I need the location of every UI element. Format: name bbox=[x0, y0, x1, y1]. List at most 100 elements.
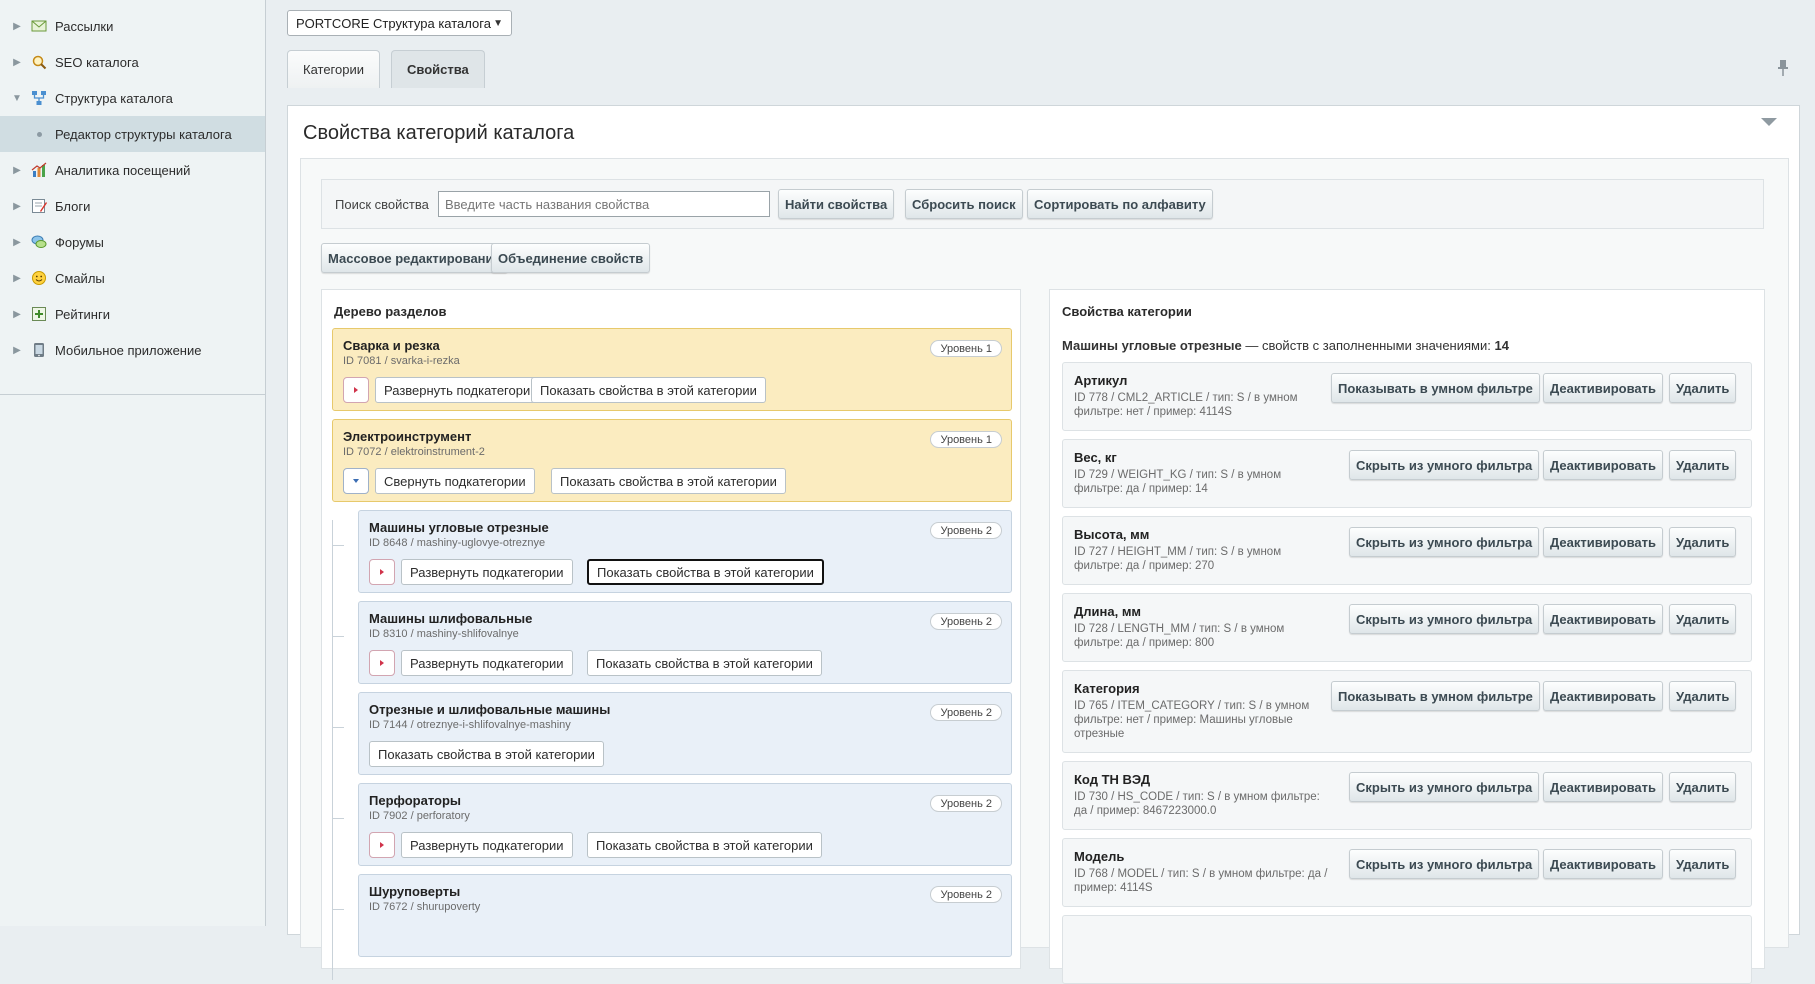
show-properties-button[interactable]: Показать свойства в этой категории bbox=[587, 559, 824, 585]
show-properties-button[interactable]: Показать свойства в этой категории bbox=[587, 832, 822, 858]
sidebar-item-mobile-app[interactable]: ▶ Мобильное приложение bbox=[0, 332, 265, 368]
find-properties-button[interactable]: Найти свойства bbox=[778, 189, 895, 219]
property-name: Код ТН ВЭД bbox=[1074, 772, 1151, 787]
expand-arrow-icon[interactable]: ▶ bbox=[12, 57, 22, 68]
delete-button[interactable]: Удалить bbox=[1669, 604, 1737, 634]
sort-alphabetically-button[interactable]: Сортировать по алфавиту bbox=[1027, 189, 1213, 219]
mass-edit-button[interactable]: Массовое редактирование bbox=[321, 243, 508, 273]
search-input[interactable] bbox=[438, 191, 770, 217]
collapse-arrow-icon[interactable]: ▼ bbox=[12, 93, 22, 104]
sidebar-item-label: Смайлы bbox=[55, 270, 105, 286]
level-badge: Уровень 2 bbox=[930, 613, 1002, 630]
node-title: Сварка и резка bbox=[343, 338, 440, 353]
sidebar-item-smileys[interactable]: ▶ Смайлы bbox=[0, 260, 265, 296]
collapse-subcategories-button[interactable]: Свернуть подкатегории bbox=[375, 468, 535, 494]
deactivate-button[interactable]: Деактивировать bbox=[1543, 772, 1664, 802]
collapse-toggle[interactable] bbox=[343, 468, 369, 494]
property-meta: ID 728 / LENGTH_MM / тип: S / в умном фи… bbox=[1074, 623, 1285, 649]
show-in-smart-filter-button[interactable]: Показывать в умном фильтре bbox=[1331, 373, 1540, 403]
expand-arrow-icon[interactable]: ▶ bbox=[12, 165, 22, 176]
tree-node-perforatory: Перфораторы ID 7902 / perforatory Уровен… bbox=[358, 783, 1012, 866]
delete-button[interactable]: Удалить bbox=[1669, 681, 1737, 711]
pin-icon[interactable] bbox=[1777, 60, 1789, 76]
hide-from-smart-filter-button[interactable]: Скрыть из умного фильтра bbox=[1349, 450, 1540, 480]
hide-from-smart-filter-button[interactable]: Скрыть из умного фильтра bbox=[1349, 527, 1540, 557]
show-properties-button[interactable]: Показать свойства в этой категории bbox=[551, 468, 786, 494]
expand-arrow-icon bbox=[354, 387, 358, 393]
expand-arrow-icon[interactable]: ▶ bbox=[12, 345, 22, 356]
delete-button[interactable]: Удалить bbox=[1669, 772, 1737, 802]
deactivate-button[interactable]: Деактивировать bbox=[1543, 681, 1664, 711]
expand-toggle[interactable] bbox=[369, 832, 395, 858]
show-properties-button[interactable]: Показать свойства в этой категории bbox=[369, 741, 604, 767]
expand-arrow-icon[interactable]: ▶ bbox=[12, 237, 22, 248]
search-label: Поиск свойства bbox=[335, 197, 429, 212]
delete-button[interactable]: Удалить bbox=[1669, 527, 1737, 557]
expand-toggle[interactable] bbox=[369, 559, 395, 585]
delete-button[interactable]: Удалить bbox=[1669, 373, 1737, 403]
property-card: Высота, мм ID 727 / HEIGHT_MM / тип: S /… bbox=[1062, 516, 1752, 585]
hide-from-smart-filter-button[interactable]: Скрыть из умного фильтра bbox=[1349, 772, 1540, 802]
tree-node-svarka: Сварка и резка ID 7081 / svarka-i-rezka … bbox=[332, 328, 1012, 411]
expand-toggle[interactable] bbox=[369, 650, 395, 676]
show-in-smart-filter-button[interactable]: Показывать в умном фильтре bbox=[1331, 681, 1540, 711]
sidebar-item-ratings[interactable]: ▶ Рейтинги bbox=[0, 296, 265, 332]
hide-from-smart-filter-button[interactable]: Скрыть из умного фильтра bbox=[1349, 849, 1540, 879]
tab-properties[interactable]: Свойства bbox=[391, 50, 485, 88]
delete-button[interactable]: Удалить bbox=[1669, 450, 1737, 480]
deactivate-button[interactable]: Деактивировать bbox=[1543, 849, 1664, 879]
expand-subcategories-button[interactable]: Развернуть подкатегории bbox=[375, 377, 547, 403]
sidebar-item-analytics[interactable]: ▶ Аналитика посещений bbox=[0, 152, 265, 188]
expand-arrow-icon[interactable]: ▶ bbox=[12, 273, 22, 284]
property-name: Модель bbox=[1074, 849, 1125, 864]
blog-icon bbox=[30, 197, 48, 215]
site-select[interactable]: PORTCORE Структура каталога ▼ bbox=[287, 10, 512, 36]
site-select-value: PORTCORE Структура каталога bbox=[296, 15, 491, 31]
sidebar-item-blogs[interactable]: ▶ Блоги bbox=[0, 188, 265, 224]
show-properties-button[interactable]: Показать свойства в этой категории bbox=[531, 377, 766, 403]
sidebar-item-label: Рейтинги bbox=[55, 306, 110, 322]
forum-icon bbox=[30, 233, 48, 251]
summary-text: — свойств с заполненными значениями: bbox=[1245, 338, 1491, 353]
expand-subcategories-button[interactable]: Развернуть подкатегории bbox=[401, 832, 573, 858]
collapse-panel-icon[interactable] bbox=[1761, 118, 1777, 126]
node-id: ID 7144 / otreznye-i-shlifovalnye-mashin… bbox=[369, 719, 571, 731]
tab-categories[interactable]: Категории bbox=[287, 50, 380, 88]
properties-summary: Машины угловые отрезные — свойств с запо… bbox=[1062, 338, 1509, 353]
structure-icon bbox=[30, 89, 48, 107]
level-badge: Уровень 1 bbox=[930, 340, 1002, 357]
expand-arrow-icon bbox=[380, 660, 384, 666]
expand-arrow-icon[interactable]: ▶ bbox=[12, 309, 22, 320]
property-name: Высота, мм bbox=[1074, 527, 1150, 542]
expand-arrow-icon[interactable]: ▶ bbox=[12, 21, 22, 32]
deactivate-button[interactable]: Деактивировать bbox=[1543, 450, 1664, 480]
tree-connector bbox=[332, 818, 344, 819]
property-meta: ID 765 / ITEM_CATEGORY / тип: S / в умно… bbox=[1074, 700, 1310, 740]
rating-icon bbox=[30, 305, 48, 323]
show-properties-button[interactable]: Показать свойства в этой категории bbox=[587, 650, 822, 676]
smiley-icon bbox=[30, 269, 48, 287]
property-card: Артикул ID 778 / CML2_ARTICLE / тип: S /… bbox=[1062, 362, 1752, 431]
tree-node-shlifovalnye: Машины шлифовальные ID 8310 / mashiny-sh… bbox=[358, 601, 1012, 684]
sidebar-item-seo[interactable]: ▶ SEO каталога bbox=[0, 44, 265, 80]
node-title: Машины шлифовальные bbox=[369, 611, 533, 626]
deactivate-button[interactable]: Деактивировать bbox=[1543, 373, 1664, 403]
deactivate-button[interactable]: Деактивировать bbox=[1543, 604, 1664, 634]
sidebar-item-label: Редактор структуры каталога bbox=[55, 126, 232, 142]
expand-subcategories-button[interactable]: Развернуть подкатегории bbox=[401, 559, 573, 585]
tree-title: Дерево разделов bbox=[334, 304, 447, 319]
expand-subcategories-button[interactable]: Развернуть подкатегории bbox=[401, 650, 573, 676]
delete-button[interactable]: Удалить bbox=[1669, 849, 1737, 879]
expand-arrow-icon[interactable]: ▶ bbox=[12, 201, 22, 212]
expand-toggle[interactable] bbox=[343, 377, 369, 403]
sidebar-item-catalog-structure[interactable]: ▼ Структура каталога bbox=[0, 80, 265, 116]
hide-from-smart-filter-button[interactable]: Скрыть из умного фильтра bbox=[1349, 604, 1540, 634]
sidebar-divider bbox=[0, 394, 265, 395]
merge-properties-button[interactable]: Объединение свойств bbox=[491, 243, 651, 273]
reset-search-button[interactable]: Сбросить поиск bbox=[905, 189, 1023, 219]
sidebar-item-label: SEO каталога bbox=[55, 54, 139, 70]
sidebar-item-forums[interactable]: ▶ Форумы bbox=[0, 224, 265, 260]
sidebar-item-catalog-structure-editor[interactable]: Редактор структуры каталога bbox=[0, 116, 265, 152]
sidebar-item-mailings[interactable]: ▶ Рассылки bbox=[0, 8, 265, 44]
deactivate-button[interactable]: Деактивировать bbox=[1543, 527, 1664, 557]
